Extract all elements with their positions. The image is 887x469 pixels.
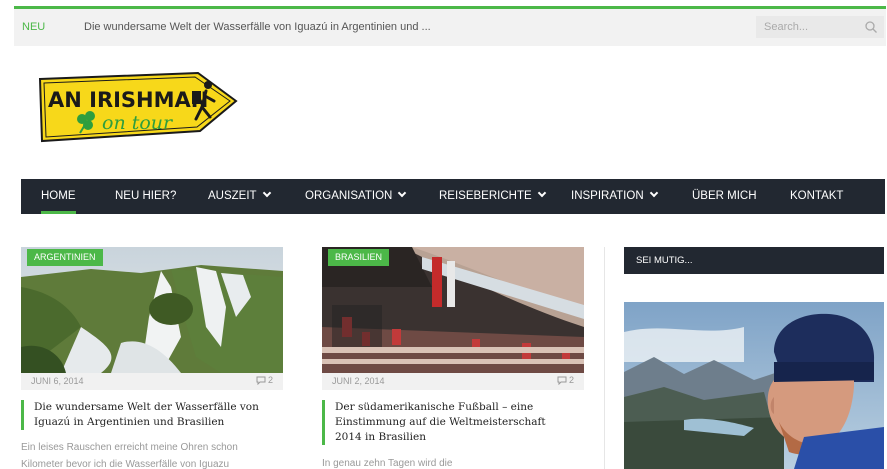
post-meta-bar: JUNI 6, 2014 2 bbox=[21, 373, 283, 390]
nav-neu-hier-label: NEU HIER? bbox=[115, 190, 177, 202]
comment-count-value: 2 bbox=[568, 375, 574, 385]
ticker-label: NEU bbox=[22, 21, 46, 33]
logo-line1: AN IRISHMAN bbox=[48, 88, 208, 112]
post-title-link[interactable]: Der südamerikanische Fußball – eine Eins… bbox=[322, 400, 572, 445]
post-date: JUNI 6, 2014 bbox=[31, 376, 84, 386]
sidebar-portrait-image bbox=[624, 302, 884, 469]
nav-ueber-mich[interactable]: ÜBER MICH bbox=[692, 179, 757, 214]
comment-count[interactable]: 2 bbox=[256, 375, 273, 385]
news-ticker-bar: NEU Die wundersame Welt der Wasserfälle … bbox=[14, 9, 886, 46]
main-navigation: HOME NEU HIER? AUSZEIT ORGANISATION REIS… bbox=[21, 179, 885, 214]
search-box bbox=[756, 16, 884, 38]
comment-count[interactable]: 2 bbox=[557, 375, 574, 385]
chevron-down-icon bbox=[537, 188, 546, 198]
nav-inspiration[interactable]: INSPIRATION bbox=[571, 179, 658, 214]
post-title-link[interactable]: Die wundersame Welt der Wasserfälle von … bbox=[21, 400, 271, 430]
column-divider bbox=[604, 247, 605, 469]
sidebar-widget-title: SEI MUTIG... bbox=[636, 255, 693, 266]
nav-kontakt[interactable]: KONTAKT bbox=[790, 179, 843, 214]
nav-kontakt-label: KONTAKT bbox=[790, 190, 844, 202]
post-excerpt-line2: Kilometer bevor ich die Wasserfälle von … bbox=[21, 459, 230, 469]
logo-line2: on tour bbox=[102, 112, 174, 134]
nav-home[interactable]: HOME bbox=[41, 179, 76, 214]
search-icon[interactable] bbox=[864, 20, 878, 34]
ticker-headline-link[interactable]: Die wundersame Welt der Wasserfälle von … bbox=[84, 21, 431, 33]
post-date: JUNI 2, 2014 bbox=[332, 376, 385, 386]
post-meta-bar: JUNI 2, 2014 2 bbox=[322, 373, 584, 390]
chevron-down-icon bbox=[649, 188, 658, 198]
category-badge[interactable]: BRASILIEN bbox=[328, 249, 390, 266]
post-excerpt-line1: In genau zehn Tagen wird die bbox=[322, 458, 453, 469]
logo-graphic: AN IRISHMAN on tour bbox=[38, 71, 238, 143]
nav-organisation-label: ORGANISATION bbox=[305, 190, 393, 202]
nav-reiseberichte-label: REISEBERICHTE bbox=[439, 190, 532, 202]
portrait-image bbox=[624, 302, 884, 469]
chevron-down-icon bbox=[398, 188, 407, 198]
post-excerpt-line1: Ein leises Rauschen erreicht meine Ohren… bbox=[21, 442, 238, 453]
nav-organisation[interactable]: ORGANISATION bbox=[305, 179, 407, 214]
nav-reiseberichte[interactable]: REISEBERICHTE bbox=[439, 179, 546, 214]
site-logo[interactable]: AN IRISHMAN on tour bbox=[38, 71, 238, 143]
comment-icon bbox=[557, 376, 567, 385]
post-thumbnail-waterfall[interactable]: ARGENTINIEN bbox=[21, 247, 283, 373]
sidebar-widget-header: SEI MUTIG... bbox=[624, 247, 884, 274]
comment-count-value: 2 bbox=[267, 375, 273, 385]
nav-ueber-mich-label: ÜBER MICH bbox=[692, 190, 757, 202]
nav-auszeit-label: AUSZEIT bbox=[208, 190, 257, 202]
comment-icon bbox=[256, 376, 266, 385]
post-thumbnail-stadium[interactable]: BRASILIEN bbox=[322, 247, 584, 373]
nav-home-label: HOME bbox=[41, 190, 76, 202]
category-badge[interactable]: ARGENTINIEN bbox=[27, 249, 103, 266]
nav-inspiration-label: INSPIRATION bbox=[571, 190, 644, 202]
nav-auszeit[interactable]: AUSZEIT bbox=[208, 179, 271, 214]
chevron-down-icon bbox=[262, 188, 271, 198]
nav-neu-hier[interactable]: NEU HIER? bbox=[115, 179, 176, 214]
